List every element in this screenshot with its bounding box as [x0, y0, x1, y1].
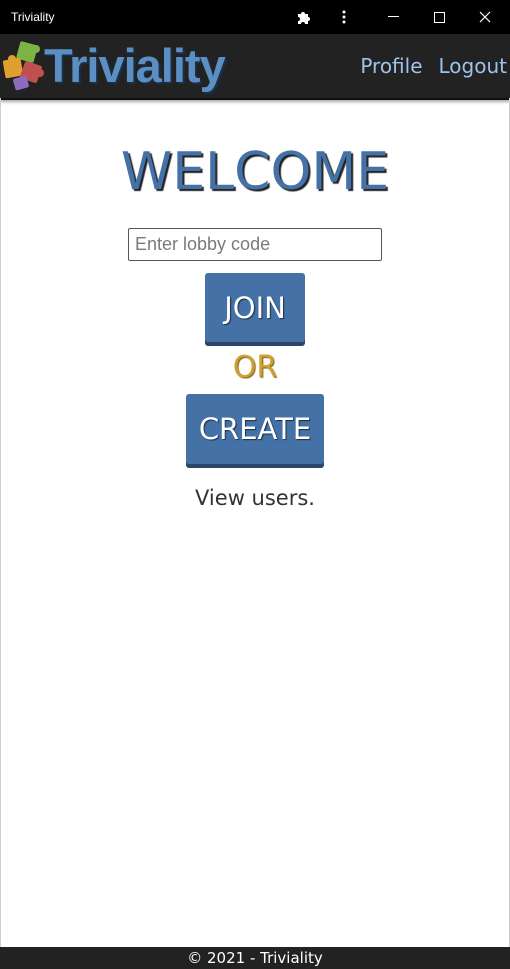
navbar: Triviality Profile Logout [0, 34, 510, 100]
view-users-link[interactable]: View users. [195, 486, 315, 510]
footer: © 2021 - Triviality [0, 947, 510, 969]
brand-name: Triviality [44, 39, 226, 92]
lobby-code-input[interactable] [128, 228, 382, 261]
main-content: WELCOME JOIN OR CREATE View users. [0, 100, 510, 510]
more-vertical-icon[interactable] [321, 0, 367, 34]
nav-logout-link[interactable]: Logout [439, 54, 507, 78]
or-separator: OR [232, 350, 278, 385]
welcome-heading: WELCOME [120, 142, 390, 202]
create-button[interactable]: CREATE [186, 394, 324, 464]
nav-profile-link[interactable]: Profile [360, 54, 422, 78]
join-button[interactable]: JOIN [205, 273, 305, 342]
puzzle-logo-icon [2, 41, 44, 91]
minimize-icon[interactable] [370, 0, 416, 34]
window-title: Triviality [11, 10, 55, 24]
footer-copyright: © 2021 - Triviality [187, 949, 323, 967]
nav-links: Profile Logout [360, 54, 507, 78]
window-titlebar: Triviality [0, 0, 510, 34]
brand-logo-link[interactable]: Triviality [2, 38, 226, 94]
maximize-icon[interactable] [416, 0, 462, 34]
close-icon[interactable] [462, 0, 508, 34]
